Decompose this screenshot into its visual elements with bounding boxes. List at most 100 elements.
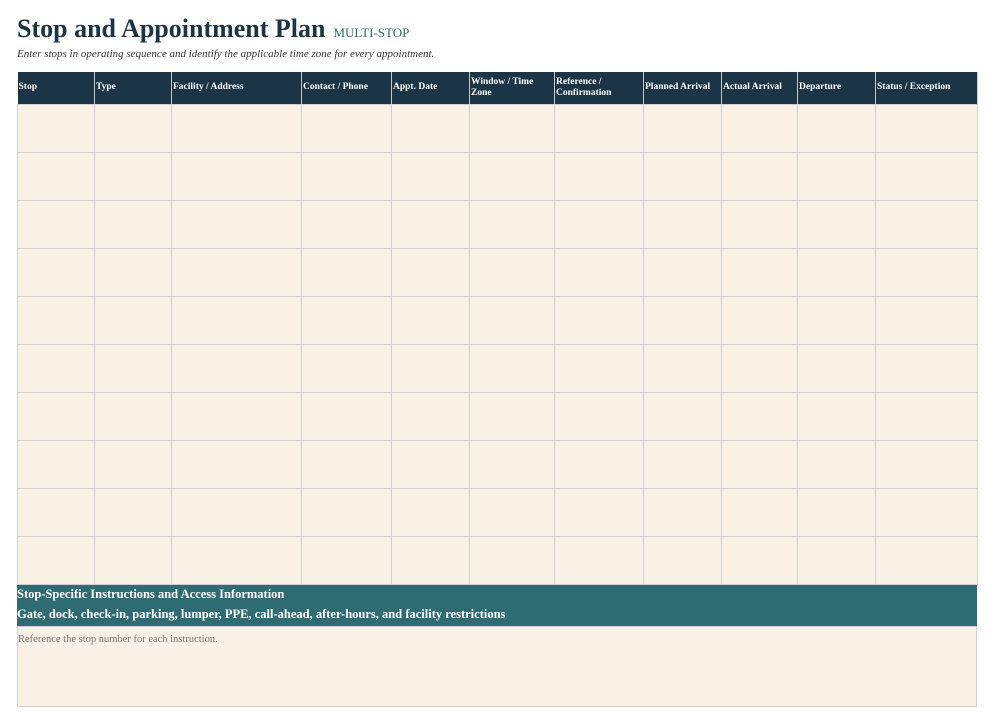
table-cell[interactable]	[469, 439, 555, 489]
table-cell[interactable]	[643, 103, 722, 153]
table-cell[interactable]	[94, 151, 172, 201]
table-cell[interactable]	[721, 439, 798, 489]
table-cell[interactable]	[721, 199, 798, 249]
table-cell[interactable]	[469, 535, 555, 585]
table-cell[interactable]	[301, 199, 392, 249]
table-cell[interactable]	[797, 295, 876, 345]
table-cell[interactable]	[17, 247, 95, 297]
table-cell[interactable]	[469, 247, 555, 297]
table-cell[interactable]	[469, 391, 555, 441]
table-cell[interactable]	[391, 103, 470, 153]
table-cell[interactable]	[391, 295, 470, 345]
table-cell[interactable]	[171, 487, 302, 537]
table-cell[interactable]	[721, 247, 798, 297]
table-cell[interactable]	[797, 199, 876, 249]
table-cell[interactable]	[643, 247, 722, 297]
table-cell[interactable]	[171, 535, 302, 585]
table-cell[interactable]	[797, 247, 876, 297]
table-cell[interactable]	[554, 247, 644, 297]
table-cell[interactable]	[797, 343, 876, 393]
table-cell[interactable]	[17, 487, 95, 537]
table-cell[interactable]	[554, 343, 644, 393]
table-cell[interactable]	[171, 295, 302, 345]
table-cell[interactable]	[721, 535, 798, 585]
table-cell[interactable]	[469, 199, 555, 249]
table-cell[interactable]	[554, 151, 644, 201]
table-cell[interactable]	[469, 151, 555, 201]
table-cell[interactable]	[721, 487, 798, 537]
table-cell[interactable]	[171, 391, 302, 441]
table-cell[interactable]	[17, 295, 95, 345]
table-cell[interactable]	[391, 391, 470, 441]
table-cell[interactable]	[391, 487, 470, 537]
table-cell[interactable]	[721, 295, 798, 345]
table-cell[interactable]	[643, 487, 722, 537]
table-cell[interactable]	[94, 391, 172, 441]
table-cell[interactable]	[301, 535, 392, 585]
table-cell[interactable]	[643, 295, 722, 345]
instructions-notes-area[interactable]: Reference the stop number for each instr…	[17, 626, 977, 707]
table-cell[interactable]	[875, 247, 978, 297]
table-cell[interactable]	[391, 199, 470, 249]
table-cell[interactable]	[469, 295, 555, 345]
table-cell[interactable]	[797, 535, 876, 585]
table-cell[interactable]	[391, 535, 470, 585]
table-cell[interactable]	[721, 103, 798, 153]
table-cell[interactable]	[721, 343, 798, 393]
table-cell[interactable]	[171, 439, 302, 489]
table-cell[interactable]	[171, 151, 302, 201]
table-cell[interactable]	[391, 247, 470, 297]
table-cell[interactable]	[171, 103, 302, 153]
table-cell[interactable]	[94, 343, 172, 393]
table-cell[interactable]	[94, 535, 172, 585]
table-cell[interactable]	[301, 151, 392, 201]
table-cell[interactable]	[643, 439, 722, 489]
table-cell[interactable]	[875, 487, 978, 537]
table-cell[interactable]	[554, 391, 644, 441]
table-cell[interactable]	[17, 343, 95, 393]
table-cell[interactable]	[391, 439, 470, 489]
table-cell[interactable]	[875, 391, 978, 441]
table-cell[interactable]	[797, 487, 876, 537]
table-cell[interactable]	[391, 343, 470, 393]
table-cell[interactable]	[171, 343, 302, 393]
table-cell[interactable]	[94, 439, 172, 489]
table-cell[interactable]	[17, 151, 95, 201]
table-cell[interactable]	[94, 247, 172, 297]
table-cell[interactable]	[17, 199, 95, 249]
table-cell[interactable]	[391, 151, 470, 201]
table-cell[interactable]	[643, 535, 722, 585]
table-cell[interactable]	[875, 535, 978, 585]
table-cell[interactable]	[643, 151, 722, 201]
table-cell[interactable]	[469, 103, 555, 153]
table-cell[interactable]	[17, 439, 95, 489]
table-cell[interactable]	[721, 391, 798, 441]
table-cell[interactable]	[875, 151, 978, 201]
table-cell[interactable]	[94, 487, 172, 537]
table-cell[interactable]	[554, 535, 644, 585]
table-cell[interactable]	[17, 103, 95, 153]
table-cell[interactable]	[875, 103, 978, 153]
table-cell[interactable]	[643, 391, 722, 441]
table-cell[interactable]	[554, 199, 644, 249]
table-cell[interactable]	[797, 439, 876, 489]
table-cell[interactable]	[721, 151, 798, 201]
table-cell[interactable]	[875, 343, 978, 393]
table-cell[interactable]	[17, 391, 95, 441]
table-cell[interactable]	[301, 391, 392, 441]
table-cell[interactable]	[797, 391, 876, 441]
table-cell[interactable]	[875, 199, 978, 249]
table-cell[interactable]	[643, 199, 722, 249]
table-cell[interactable]	[301, 343, 392, 393]
table-cell[interactable]	[94, 103, 172, 153]
table-cell[interactable]	[301, 247, 392, 297]
table-cell[interactable]	[875, 295, 978, 345]
table-cell[interactable]	[554, 103, 644, 153]
table-cell[interactable]	[301, 439, 392, 489]
table-cell[interactable]	[94, 295, 172, 345]
table-cell[interactable]	[301, 295, 392, 345]
table-cell[interactable]	[469, 487, 555, 537]
table-cell[interactable]	[94, 199, 172, 249]
table-cell[interactable]	[171, 247, 302, 297]
table-cell[interactable]	[301, 103, 392, 153]
